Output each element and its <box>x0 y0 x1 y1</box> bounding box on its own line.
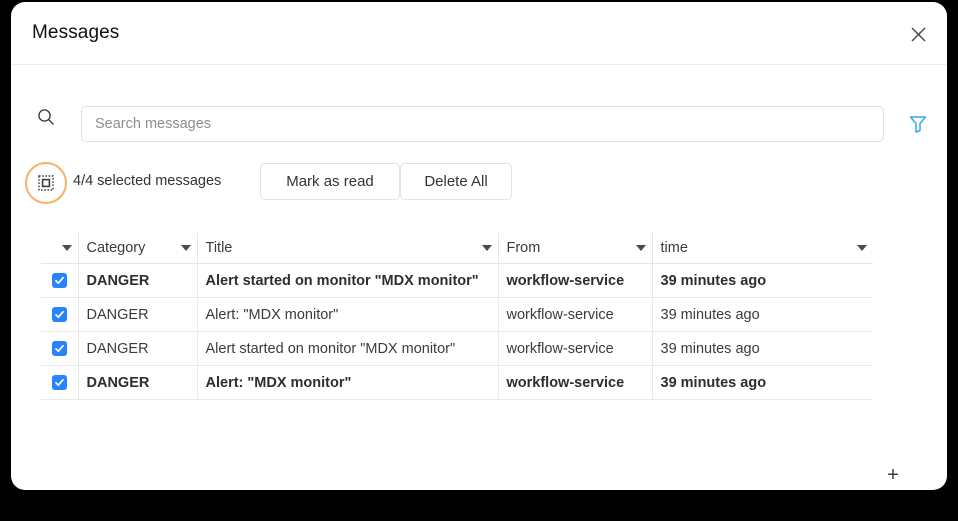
table-row[interactable]: DANGER Alert started on monitor "MDX moni… <box>41 263 873 298</box>
cell-from: workflow-service <box>497 297 652 332</box>
cell-title: Alert: "MDX monitor" <box>196 365 498 400</box>
column-label-category: Category <box>86 240 146 256</box>
table-row[interactable]: DANGER Alert: "MDX monitor" workflow-servi… <box>41 365 873 400</box>
row-checkbox[interactable] <box>51 375 67 391</box>
table-header-row: Category Title From time <box>41 233 873 264</box>
cell-title: Alert started on monitor "MDX monitor" <box>196 331 498 366</box>
table-body: DANGER Alert started on monitor "MDX moni… <box>41 263 873 400</box>
row-checkbox-cell[interactable] <box>41 263 78 298</box>
cell-category: DANGER <box>77 263 197 298</box>
caret-down-icon[interactable] <box>635 245 646 251</box>
cell-title: Alert started on monitor "MDX monitor" <box>196 263 498 298</box>
select-all-button[interactable] <box>25 162 67 204</box>
column-label-title: Title <box>205 240 233 256</box>
close-icon[interactable] <box>903 19 933 49</box>
action-row: 4/4 selected messages Mark as read Delet… <box>11 157 947 215</box>
column-header-title[interactable]: Title <box>196 233 498 264</box>
select-all-square-icon <box>38 175 54 191</box>
caret-down-icon[interactable] <box>857 245 867 251</box>
page-title: Messages <box>32 22 120 43</box>
cell-time: 39 minutes ago <box>651 263 873 298</box>
column-header-checkbox[interactable] <box>41 233 78 264</box>
column-label-from: From <box>506 240 541 256</box>
cell-from: workflow-service <box>497 365 652 400</box>
caret-down-icon[interactable] <box>481 245 492 251</box>
column-label-time: time <box>660 240 688 256</box>
table-row[interactable]: DANGER Alert: "MDX monitor" workflow-servi… <box>41 297 873 332</box>
column-header-category[interactable]: Category <box>77 233 197 264</box>
cell-category: DANGER <box>77 365 197 400</box>
cell-time: 39 minutes ago <box>651 365 873 400</box>
modal-header: Messages <box>11 2 947 65</box>
column-header-from[interactable]: From <box>497 233 652 264</box>
cell-from: workflow-service <box>497 331 652 366</box>
search-row <box>11 65 947 151</box>
mark-as-read-button[interactable]: Mark as read <box>260 163 400 200</box>
search-icon <box>36 107 56 127</box>
row-checkbox-cell[interactable] <box>41 297 78 332</box>
cell-title: Alert: "MDX monitor" <box>196 297 498 332</box>
messages-modal: Messages Search messages 4/4 selected me… <box>11 2 947 490</box>
caret-down-icon[interactable] <box>180 245 191 251</box>
selected-count-label: 4/4 selected messages <box>73 173 222 189</box>
add-column-button[interactable]: + <box>884 465 902 485</box>
filter-funnel-icon[interactable] <box>907 113 929 135</box>
cell-time: 39 minutes ago <box>651 297 873 332</box>
delete-all-button[interactable]: Delete All <box>400 163 512 200</box>
row-checkbox[interactable] <box>51 341 67 357</box>
cell-category: DANGER <box>77 297 197 332</box>
row-checkbox[interactable] <box>51 273 67 289</box>
table-row[interactable]: DANGER Alert started on monitor "MDX moni… <box>41 331 873 366</box>
messages-table: Category Title From time DANGER Alert st… <box>41 233 899 485</box>
row-checkbox-cell[interactable] <box>41 331 78 366</box>
row-checkbox-cell[interactable] <box>41 365 78 400</box>
cell-time: 39 minutes ago <box>651 331 873 366</box>
search-input[interactable] <box>81 106 884 142</box>
cell-from: workflow-service <box>497 263 652 298</box>
row-checkbox[interactable] <box>51 307 67 323</box>
column-header-time[interactable]: time <box>651 233 873 264</box>
caret-down-icon[interactable] <box>61 245 72 251</box>
cell-category: DANGER <box>77 331 197 366</box>
